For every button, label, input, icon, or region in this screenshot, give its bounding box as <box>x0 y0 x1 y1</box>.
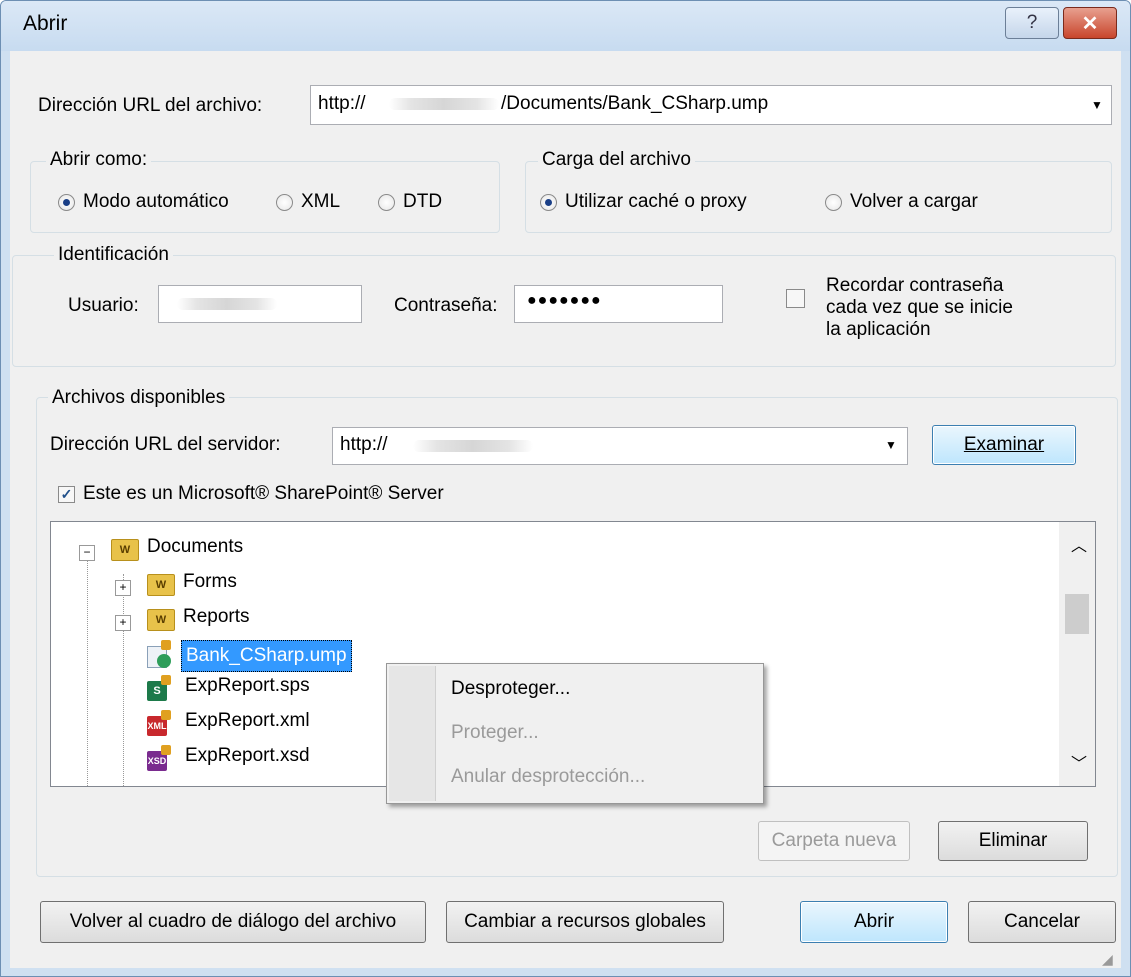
vertical-scrollbar[interactable]: ︿ ﹀ <box>1059 522 1095 786</box>
cancel-button[interactable]: Cancelar <box>968 901 1116 943</box>
scroll-down-icon[interactable]: ﹀ <box>1071 750 1087 774</box>
open-button[interactable]: Abrir <box>800 901 948 943</box>
radio-icon <box>378 193 395 211</box>
sharepoint-folder-icon: W <box>147 574 175 596</box>
tree-item-expreport-xsd[interactable]: ExpReport.xsd <box>185 745 310 767</box>
tree-item-expreport-sps[interactable]: ExpReport.sps <box>185 675 310 697</box>
radio-auto-label: Modo automático <box>83 191 229 212</box>
back-label: Volver al cuadro de diálogo del archivo <box>69 911 397 932</box>
checkbox-icon <box>786 289 805 308</box>
browse-label: Examinar <box>963 434 1045 455</box>
radio-icon <box>276 193 293 211</box>
load-title: Carga del archivo <box>538 149 695 171</box>
browse-button[interactable]: Examinar <box>932 425 1076 465</box>
sharepoint-folder-icon: W <box>147 609 175 631</box>
remember-line-1: Recordar contraseña <box>826 275 1004 296</box>
identification-title: Identificación <box>54 244 173 266</box>
window-title: Abrir <box>23 12 68 35</box>
server-url-combobox[interactable]: http:// ▼ <box>332 427 908 465</box>
redacted-host <box>389 98 499 110</box>
help-button[interactable]: ? <box>1005 7 1059 39</box>
radio-reload[interactable]: Volver a cargar <box>825 191 978 213</box>
menu-item-checkin[interactable]: Proteger... <box>451 722 539 744</box>
chevron-down-icon[interactable]: ▼ <box>1091 98 1103 112</box>
remember-checkbox[interactable] <box>786 289 805 308</box>
radio-icon <box>58 193 75 211</box>
open-as-title: Abrir como: <box>46 149 152 171</box>
switch-global-resources-button[interactable]: Cambiar a recursos globales <box>446 901 724 943</box>
delete-label: Eliminar <box>978 830 1048 851</box>
tree-item-forms[interactable]: Forms <box>183 571 237 593</box>
radio-dtd[interactable]: DTD <box>378 191 442 213</box>
radio-dtd-label: DTD <box>403 191 443 212</box>
chevron-down-icon[interactable]: ▼ <box>885 438 897 452</box>
password-field[interactable]: ●●●●●●● <box>514 285 723 323</box>
sharepoint-checkbox[interactable]: ✓ Este es un Microsoft® SharePoint® Serv… <box>58 483 444 505</box>
scrollbar-thumb[interactable] <box>1065 594 1089 634</box>
radio-cache[interactable]: Utilizar caché o proxy <box>540 191 747 213</box>
sps-locked-file-icon: S <box>147 675 173 703</box>
radio-icon <box>825 193 842 211</box>
password-value: ●●●●●●● <box>527 292 602 309</box>
tree-item-bank-csharp[interactable]: Bank_CSharp.ump <box>181 640 352 672</box>
sharepoint-label: Este es un Microsoft® SharePoint® Server <box>83 483 444 504</box>
tree-item-documents[interactable]: Documents <box>147 536 243 558</box>
scroll-up-icon[interactable]: ︿ <box>1071 532 1087 556</box>
cancel-label: Cancelar <box>1003 911 1081 932</box>
redacted-server <box>413 440 533 452</box>
xsd-locked-file-icon: XSD <box>147 745 173 773</box>
ump-checked-out-file-icon <box>147 640 173 668</box>
file-url-combobox[interactable]: http:// /Documents/Bank_CSharp.ump ▼ <box>310 85 1112 125</box>
user-label: Usuario: <box>68 295 139 316</box>
open-label: Abrir <box>853 911 895 932</box>
tree-item-reports[interactable]: Reports <box>183 606 250 628</box>
check-icon: ✓ <box>58 485 75 503</box>
menu-gutter <box>389 666 436 801</box>
remember-line-2: cada vez que se inicie <box>826 297 1013 318</box>
remember-label: Recordar contraseña cada vez que se inic… <box>826 275 1013 341</box>
menu-item-undo-checkout[interactable]: Anular desprotección... <box>451 766 645 788</box>
delete-button[interactable]: Eliminar <box>938 821 1088 861</box>
radio-cache-label: Utilizar caché o proxy <box>565 191 747 212</box>
dialog-body: Dirección URL del archivo: http:// /Docu… <box>10 51 1121 968</box>
xml-locked-file-icon: XML <box>147 710 173 738</box>
remember-line-3: la aplicación <box>826 319 931 340</box>
radio-xml[interactable]: XML <box>276 191 340 213</box>
file-url-prefix: http:// <box>318 93 366 114</box>
radio-reload-label: Volver a cargar <box>850 191 978 212</box>
available-files-title: Archivos disponibles <box>48 387 230 409</box>
dialog-window: Abrir ? ✕ Dirección URL del archivo: htt… <box>0 0 1131 977</box>
global-label: Cambiar a recursos globales <box>464 911 706 932</box>
expand-icon[interactable]: + <box>115 615 131 631</box>
tree-line <box>87 556 88 786</box>
password-label: Contraseña: <box>394 295 498 316</box>
server-url-label: Dirección URL del servidor: <box>50 434 281 455</box>
radio-xml-label: XML <box>301 191 341 212</box>
tree-item-expreport-xml[interactable]: ExpReport.xml <box>185 710 310 732</box>
context-menu: Desproteger... Proteger... Anular despro… <box>386 663 764 804</box>
redacted-user <box>177 298 277 310</box>
collapse-icon[interactable]: − <box>79 545 95 561</box>
new-folder-label: Carpeta nueva <box>771 830 897 851</box>
menu-item-checkout[interactable]: Desproteger... <box>451 678 570 700</box>
resize-grip-icon[interactable]: ◢ <box>1102 951 1113 968</box>
radio-auto[interactable]: Modo automático <box>58 191 229 213</box>
close-button[interactable]: ✕ <box>1063 7 1117 39</box>
sharepoint-folder-icon: W <box>111 539 139 561</box>
user-field[interactable] <box>158 285 362 323</box>
radio-icon <box>540 193 557 211</box>
server-url-value: http:// <box>340 434 388 455</box>
new-folder-button[interactable]: Carpeta nueva <box>758 821 910 861</box>
file-url-label: Dirección URL del archivo: <box>38 95 263 116</box>
expand-icon[interactable]: + <box>115 580 131 596</box>
file-url-path: /Documents/Bank_CSharp.ump <box>501 93 769 114</box>
tree-line <box>123 574 124 786</box>
title-bar[interactable]: Abrir ? ✕ <box>1 1 1130 51</box>
back-to-file-dialog-button[interactable]: Volver al cuadro de diálogo del archivo <box>40 901 426 943</box>
